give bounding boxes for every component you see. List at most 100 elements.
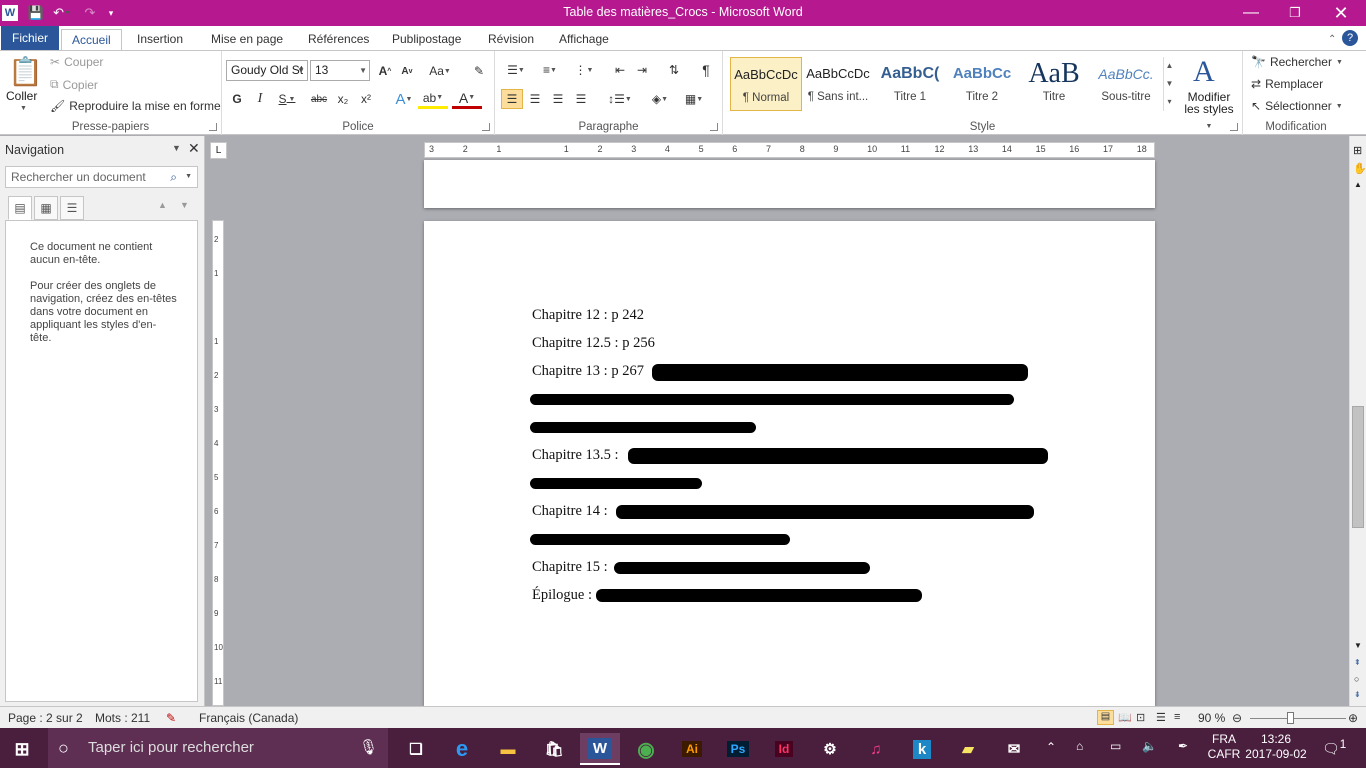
chevron-down-icon[interactable]: ▼ xyxy=(185,167,192,187)
indesign-icon[interactable]: Id xyxy=(764,733,804,765)
doc-line-ch12[interactable]: Chapitre 12 : p 242 xyxy=(532,307,644,324)
font-size-combo[interactable]: 13 ▼ xyxy=(310,60,370,81)
paste-icon[interactable]: 📋 xyxy=(8,55,43,93)
usb-icon[interactable]: ⌂ xyxy=(1076,739,1083,753)
input-language[interactable]: FRA CAFR xyxy=(1206,732,1242,762)
tray-expand-icon[interactable]: ⌃ xyxy=(1046,740,1056,754)
view-ruler-icon[interactable]: ⊞ xyxy=(1353,144,1362,157)
nav-prev-icon[interactable]: ▲ xyxy=(158,200,167,210)
web-layout-icon[interactable]: ⊡ xyxy=(1136,711,1145,724)
restore-icon[interactable]: ❐ xyxy=(1272,0,1318,26)
paste-dropdown-icon[interactable]: ▼ xyxy=(20,105,27,112)
line-spacing-icon[interactable]: ↕☰ ▼ xyxy=(605,89,635,109)
styles-scroll[interactable]: ▲ ▼ ▾ xyxy=(1163,57,1175,111)
vertical-ruler[interactable]: 2 1 1 2 3 4 5 6 7 8 9 10 11 xyxy=(212,220,224,706)
browse-object-icon[interactable]: ○ xyxy=(1354,674,1359,684)
multilevel-list-icon[interactable]: ⋮ ▼ xyxy=(569,60,599,80)
close-icon[interactable]: ✕ xyxy=(1318,0,1364,26)
vertical-scrollbar[interactable]: ⊞ ✋ ▲ ▼ ⇞ ○ ⇟ xyxy=(1349,136,1366,706)
text-effects-icon[interactable]: A ▼ xyxy=(390,89,418,109)
tab-stop-selector[interactable]: L xyxy=(210,142,227,159)
nav-tab-results[interactable]: ☰ xyxy=(60,196,84,220)
align-right-icon[interactable]: ☰ xyxy=(547,89,569,109)
tab-affichage[interactable]: Affichage xyxy=(551,29,617,50)
tab-references[interactable]: Références xyxy=(300,29,377,50)
chrome-icon[interactable]: ◉ xyxy=(626,733,666,765)
doc-line-ch13-5[interactable]: Chapitre 13.5 : xyxy=(532,447,619,464)
word-count[interactable]: Mots : 211 xyxy=(95,711,150,725)
borders-icon[interactable]: ▦ ▼ xyxy=(679,89,709,109)
photoshop-icon[interactable]: Ps xyxy=(718,733,758,765)
tab-accueil[interactable]: Accueil xyxy=(61,29,122,50)
minimize-icon[interactable]: — xyxy=(1228,0,1274,26)
word-taskbar-icon[interactable]: W xyxy=(580,733,620,765)
scrollbar-thumb[interactable] xyxy=(1352,406,1364,528)
tab-fichier[interactable]: Fichier xyxy=(1,26,60,50)
font-color-icon[interactable]: A ▼ xyxy=(452,89,482,109)
doc-line-ch12-5[interactable]: Chapitre 12.5 : p 256 xyxy=(532,335,655,352)
store-icon[interactable]: 🛍 xyxy=(534,733,574,765)
notifications-icon[interactable]: 🗨1 xyxy=(1322,738,1346,758)
tab-insertion[interactable]: Insertion xyxy=(129,29,191,50)
style-subtitle[interactable]: AaBbCc. Sous-titre xyxy=(1090,57,1162,111)
nav-next-icon[interactable]: ▼ xyxy=(180,200,189,210)
zoom-out-icon[interactable]: ⊖ xyxy=(1232,711,1242,725)
style-heading-2[interactable]: AaBbCc Titre 2 xyxy=(946,57,1018,111)
paste-button[interactable]: Coller xyxy=(6,89,37,103)
replace-button[interactable]: ⇄ Remplacer xyxy=(1251,77,1323,91)
clear-format-icon[interactable]: ✎ xyxy=(468,61,490,81)
doc-line-ch13[interactable]: Chapitre 13 : p 267 xyxy=(532,363,644,380)
horizontal-ruler[interactable]: 3 2 1 1 2 3 4 5 6 7 8 9 10 11 12 13 14 15 16 17 18 xyxy=(424,142,1155,158)
scroll-up-icon[interactable]: ▲ xyxy=(1354,180,1362,189)
previous-page-icon[interactable]: ⇞ xyxy=(1354,658,1361,667)
file-explorer-icon[interactable]: ▬ xyxy=(488,733,528,765)
draft-view-icon[interactable]: ≡ xyxy=(1174,711,1180,723)
subscript-icon[interactable]: x₂ xyxy=(332,89,354,109)
kobo-icon[interactable]: k xyxy=(902,733,942,765)
taskbar-search-box[interactable]: ○ Taper ici pour rechercher 🎙 xyxy=(48,728,388,768)
dialog-launcher-icon[interactable] xyxy=(1230,123,1238,131)
nav-close-icon[interactable]: ✕ xyxy=(188,140,200,157)
nav-tab-pages[interactable]: ▦ xyxy=(34,196,58,220)
cut-button[interactable]: ✂ Couper xyxy=(50,55,103,69)
numbering-icon[interactable]: ≡ ▼ xyxy=(535,60,565,80)
illustrator-icon[interactable]: Ai xyxy=(672,733,712,765)
change-case-icon[interactable]: Aa ▼ xyxy=(426,61,454,81)
nav-search-input[interactable]: Rechercher un document ⌕ ▼ xyxy=(5,166,198,188)
dialog-launcher-icon[interactable] xyxy=(482,123,490,131)
full-screen-reading-icon[interactable]: 📖 xyxy=(1118,711,1132,724)
proofing-icon[interactable]: ✎ xyxy=(166,711,176,725)
copy-button[interactable]: ⧉ Copier xyxy=(50,77,98,92)
zoom-in-icon[interactable]: ⊕ xyxy=(1348,711,1358,725)
increase-indent-icon[interactable]: ⇥ xyxy=(631,60,653,80)
next-page-icon[interactable]: ⇟ xyxy=(1354,690,1361,699)
steam-icon[interactable]: ⚙ xyxy=(810,733,850,765)
find-button[interactable]: 🔭 Rechercher ▼ xyxy=(1251,55,1343,69)
superscript-icon[interactable]: x² xyxy=(355,89,377,109)
sticky-notes-icon[interactable]: ▰ xyxy=(948,733,988,765)
style-no-spacing[interactable]: AaBbCcDc ¶ Sans int... xyxy=(802,57,874,111)
doc-line-ch15[interactable]: Chapitre 15 : xyxy=(532,559,608,576)
zoom-slider-handle[interactable] xyxy=(1287,712,1294,724)
scroll-down-icon[interactable]: ▼ xyxy=(1354,641,1362,650)
highlight-icon[interactable]: ab ▼ xyxy=(418,89,448,109)
align-center-icon[interactable]: ☰ xyxy=(524,89,546,109)
style-title[interactable]: AaB Titre xyxy=(1018,57,1090,111)
network-icon[interactable]: ▭ xyxy=(1110,739,1121,753)
collapse-ribbon-icon[interactable]: ⌃ xyxy=(1320,29,1344,50)
tab-revision[interactable]: Révision xyxy=(480,29,542,50)
align-left-icon[interactable]: ☰ xyxy=(501,89,523,109)
pilcrow-icon[interactable]: ¶ xyxy=(695,60,717,80)
nav-options-icon[interactable]: ▼ xyxy=(172,143,181,153)
pan-icon[interactable]: ✋ xyxy=(1353,162,1366,175)
sort-icon[interactable]: ⇅ xyxy=(663,60,685,80)
zoom-slider[interactable] xyxy=(1250,718,1346,719)
outline-view-icon[interactable]: ☰ xyxy=(1156,711,1166,724)
justify-icon[interactable]: ☰ xyxy=(570,89,592,109)
grow-font-icon[interactable]: A ^ xyxy=(374,61,396,81)
underline-icon[interactable]: S ▼ xyxy=(272,89,302,109)
doc-line-epilogue[interactable]: Épilogue : xyxy=(532,587,592,604)
search-icon[interactable]: ⌕ xyxy=(170,167,177,187)
itunes-icon[interactable]: ♫ xyxy=(856,733,896,765)
shrink-font-icon[interactable]: Av xyxy=(396,61,418,81)
